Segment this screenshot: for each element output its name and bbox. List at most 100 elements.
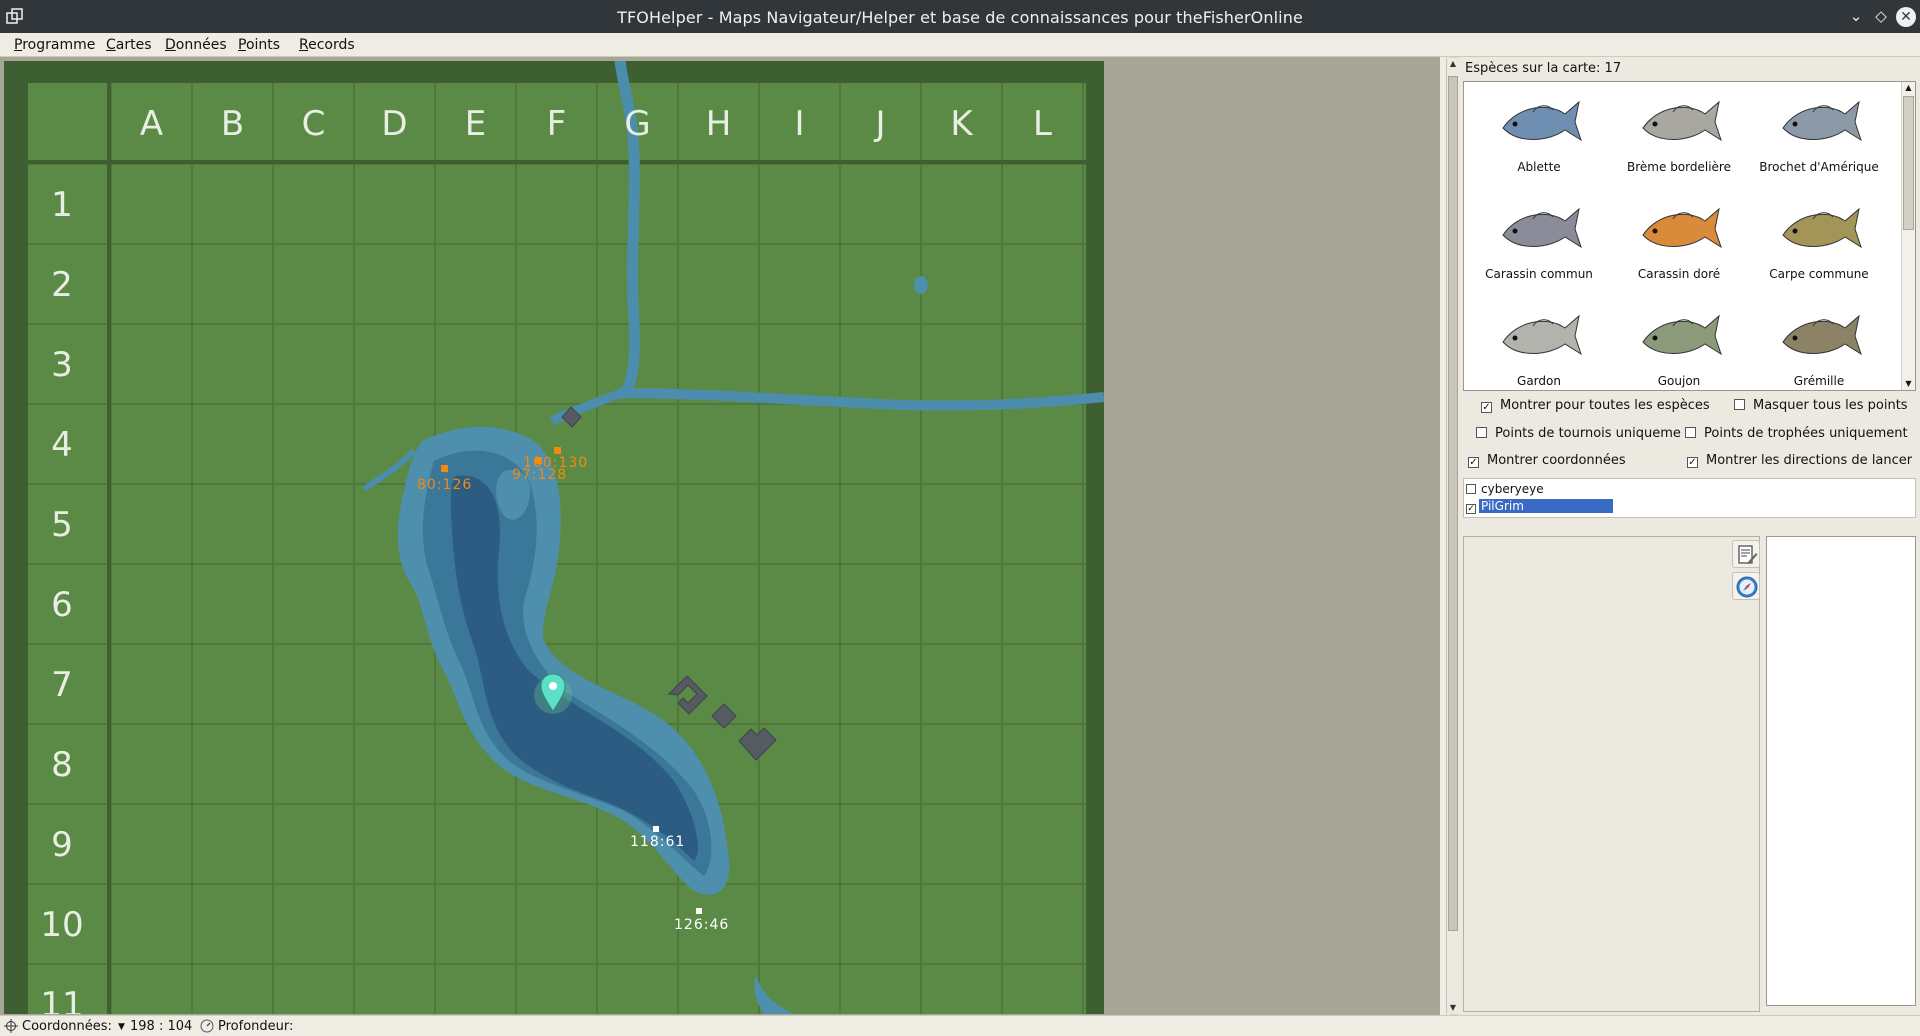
compass-icon[interactable] (1732, 572, 1760, 600)
species-name: Brochet d'Amérique (1759, 160, 1879, 174)
scroll-up-arrow-icon[interactable]: ▲ (1902, 82, 1915, 94)
fish-icon (1782, 100, 1862, 142)
column-label: D (381, 104, 407, 144)
species-name: Ablette (1517, 160, 1561, 174)
user-item-pilgrim[interactable]: ✓ PilGrim (1466, 499, 1613, 516)
species-item[interactable]: Carassin doré (1609, 195, 1749, 300)
map-canvas[interactable]: ABCDEFGHIJKL 1 2 3 4 5 6 7 8 9 10 11 80:126 97:128… (4, 61, 1104, 1014)
column-label: I (794, 104, 804, 144)
species-list[interactable]: Ablette Brème bordelière Brochet d'Amériqu… (1463, 81, 1916, 391)
species-item[interactable]: Carpe commune (1749, 195, 1889, 300)
checkbox-icon[interactable] (1685, 427, 1696, 438)
species-item[interactable]: Ablette (1469, 88, 1609, 193)
fish-icon (1642, 207, 1722, 249)
column-label: C (302, 104, 326, 144)
fish-icon (1642, 100, 1722, 142)
option-hide-all-points[interactable]: Masquer tous les points (1734, 398, 1908, 413)
scroll-thumb[interactable] (1448, 76, 1458, 931)
option-trophy-points[interactable]: Points de trophées uniquement (1685, 426, 1908, 441)
species-item[interactable]: Grémille (1749, 302, 1889, 407)
point-label: 118:61 (630, 834, 685, 850)
close-icon[interactable]: ✕ (1896, 7, 1916, 27)
menu-donnees[interactable]: Données (165, 37, 227, 53)
user-list[interactable]: cyberyeye ✓ PilGrim (1463, 478, 1916, 518)
fish-icon (1642, 314, 1722, 356)
checkbox-icon[interactable] (1466, 484, 1476, 494)
point-details-panel (1463, 536, 1760, 1012)
point-label: 126:46 (674, 917, 729, 933)
checkbox-icon[interactable]: ✓ (1466, 504, 1476, 514)
species-item[interactable]: Brochet d'Amérique (1749, 88, 1889, 193)
coords-label: Coordonnées: (22, 1019, 112, 1034)
column-label: F (547, 104, 567, 144)
sidebar-scrollbar[interactable]: ▲ ▼ (1446, 58, 1459, 1014)
species-item[interactable]: Gardon (1469, 302, 1609, 407)
option-show-coordinates[interactable]: ✓ Montrer coordonnées (1468, 453, 1626, 468)
row-label: 4 (51, 425, 73, 465)
row-label: 5 (51, 505, 73, 545)
species-item[interactable]: Goujon (1609, 302, 1749, 407)
menu-programme[interactable]: Programme (14, 37, 95, 53)
fish-icon (1782, 207, 1862, 249)
point-marker (554, 447, 561, 454)
species-name: Carassin commun (1485, 267, 1593, 281)
species-name: Carassin doré (1637, 267, 1721, 281)
scroll-up-arrow-icon[interactable]: ▲ (1447, 58, 1459, 70)
header-divider-v (107, 83, 111, 1014)
diamond-icon[interactable]: ◇ (1871, 6, 1891, 26)
species-scrollbar[interactable]: ▲ ▼ (1901, 82, 1915, 390)
column-label: J (873, 104, 885, 144)
row-label: 2 (51, 265, 73, 305)
row-label: 11 (40, 985, 83, 1014)
species-name: Brème bordelière (1627, 160, 1731, 174)
row-label: 3 (51, 345, 73, 385)
column-label: A (140, 104, 163, 144)
scroll-down-arrow-icon[interactable]: ▼ (1447, 1002, 1459, 1014)
row-label: 7 (51, 665, 73, 705)
species-name: Goujon (1657, 374, 1701, 388)
row-label: 1 (51, 185, 73, 225)
status-bar: Coordonnées: ▼ 198 : 104 Profondeur: (0, 1015, 1920, 1036)
crosshair-icon (4, 1019, 18, 1033)
column-label: G (624, 104, 650, 144)
depth-gauge-icon (200, 1019, 214, 1033)
species-count: Espèces sur la carte: 17 (1465, 61, 1622, 76)
species-item[interactable]: Brème bordelière (1609, 88, 1749, 193)
species-item[interactable]: Carassin commun (1469, 195, 1609, 300)
point-marker (441, 465, 448, 472)
point-marker (653, 826, 659, 832)
column-label: H (706, 104, 732, 144)
option-show-cast-directions[interactable]: ✓ Montrer les directions de lancer (1687, 453, 1912, 468)
fish-icon (1502, 100, 1582, 142)
checkbox-icon[interactable]: ✓ (1468, 457, 1479, 468)
header-divider-h (28, 160, 1086, 164)
option-show-all-species[interactable]: ✓ Montrer pour toutes les espèces (1481, 398, 1710, 413)
column-label: K (950, 104, 974, 144)
sidebar: Espèces sur la carte: 17 Ablette Brème bo… (1459, 57, 1920, 1015)
checkbox-icon[interactable]: ✓ (1481, 402, 1492, 413)
dropdown-arrow-icon[interactable]: ▼ (118, 1022, 125, 1032)
menu-points[interactable]: Points (238, 37, 280, 53)
column-label: B (221, 104, 244, 144)
user-item-cyberyeye[interactable]: cyberyeye (1466, 482, 1613, 499)
row-label: 9 (51, 825, 73, 865)
species-name: Grémille (1793, 374, 1845, 388)
title-bar: TFOHelper - Maps Navigateur/Helper et ba… (0, 0, 1920, 33)
point-label: 100:130 (523, 455, 588, 471)
chevron-down-icon[interactable]: ⌄ (1846, 6, 1866, 26)
checkbox-icon[interactable] (1476, 427, 1487, 438)
point-image-panel (1766, 536, 1916, 1006)
species-name: Gardon (1517, 374, 1561, 388)
checkbox-icon[interactable] (1734, 399, 1745, 410)
pond-small (914, 276, 928, 294)
scroll-thumb[interactable] (1903, 96, 1914, 230)
species-name: Carpe commune (1769, 267, 1869, 281)
menu-cartes[interactable]: Cartes (106, 37, 152, 53)
checkbox-icon[interactable]: ✓ (1687, 457, 1698, 468)
map-svg[interactable]: ABCDEFGHIJKL 1234567891011 80:126 97:128… (4, 61, 1104, 1014)
scroll-down-arrow-icon[interactable]: ▼ (1902, 378, 1915, 390)
edit-note-icon[interactable] (1732, 540, 1760, 568)
window-title: TFOHelper - Maps Navigateur/Helper et ba… (617, 8, 1303, 27)
menu-records[interactable]: Records (299, 37, 355, 53)
row-label: 8 (51, 745, 73, 785)
